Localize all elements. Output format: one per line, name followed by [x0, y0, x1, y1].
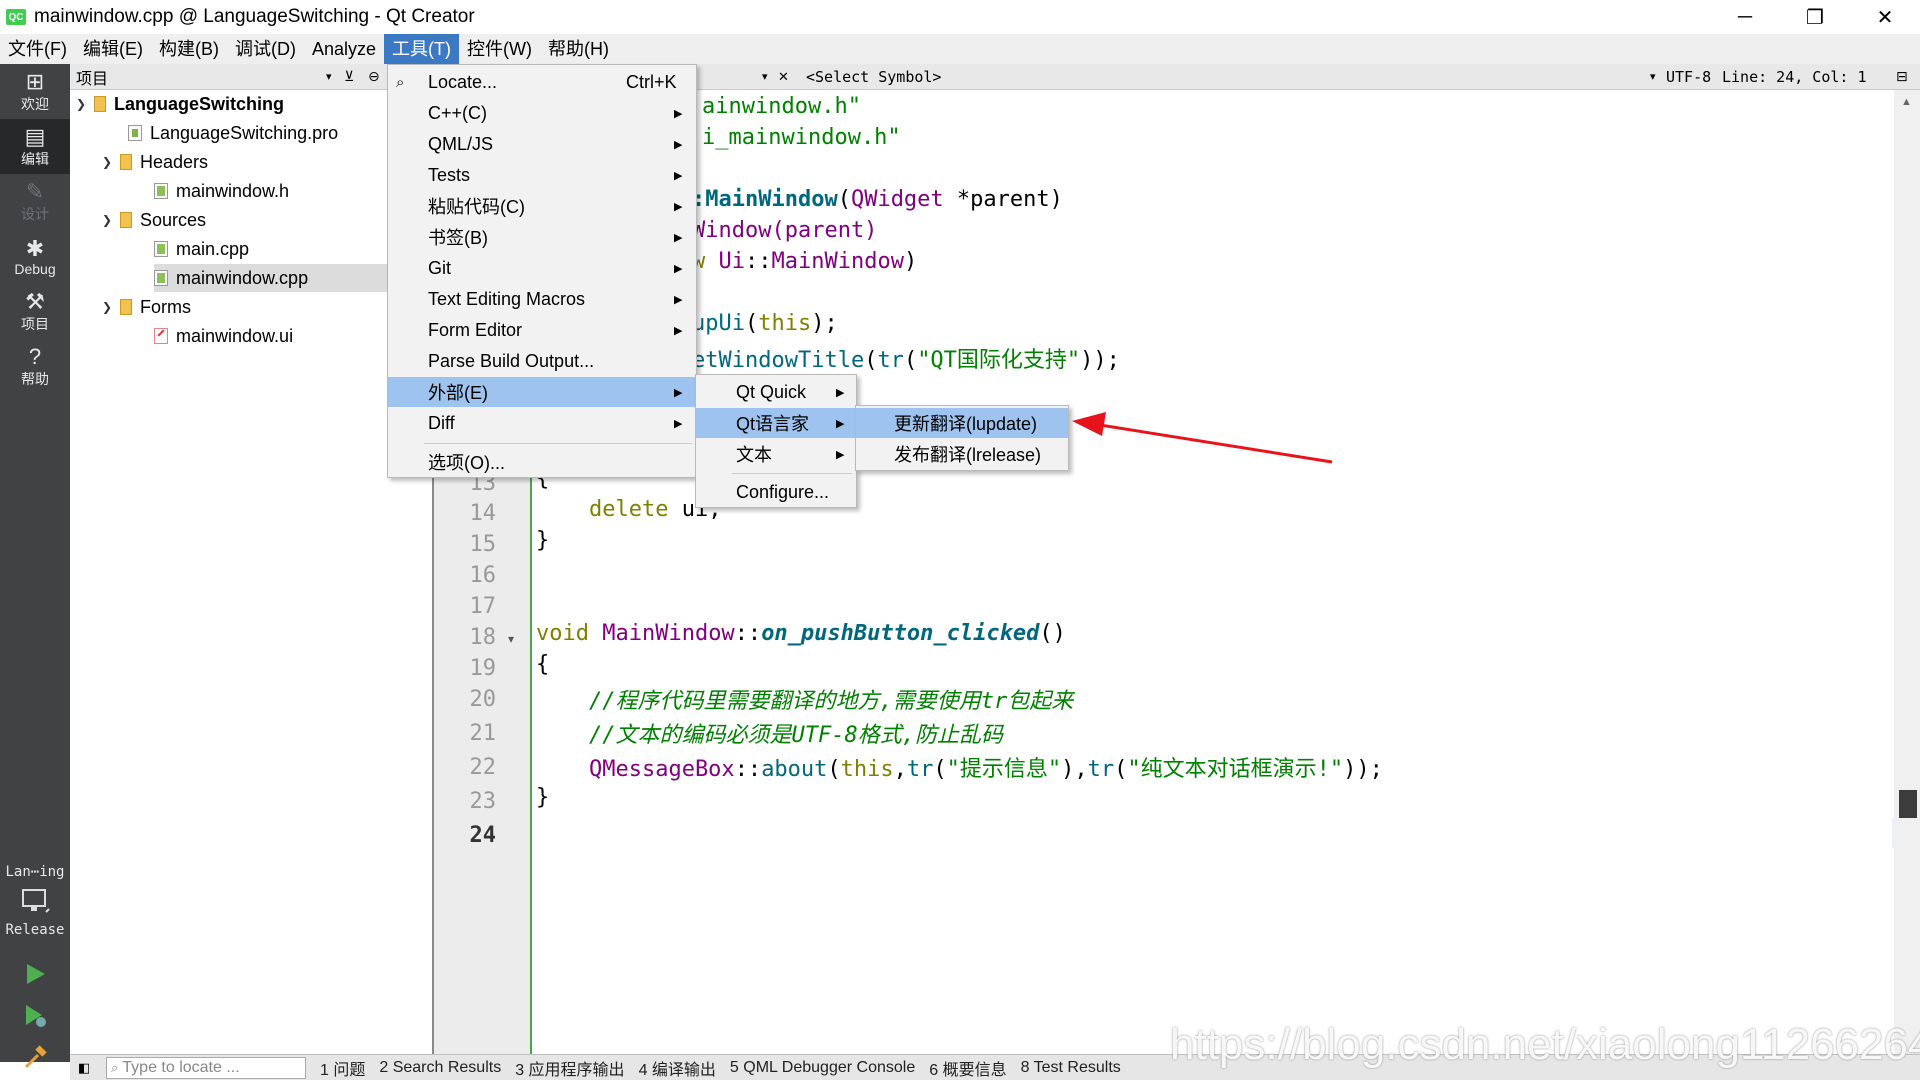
- locator-input[interactable]: ⌕ Type to locate ...: [106, 1056, 306, 1079]
- output-tab-search[interactable]: 2 Search Results: [379, 1059, 501, 1077]
- watermark: https://blog.csdn.net/xiaolong1126626497: [1170, 1020, 1920, 1069]
- output-tab-issues[interactable]: 1 问题: [320, 1056, 365, 1080]
- output-tab-qml-console[interactable]: 5 QML Debugger Console: [730, 1059, 915, 1077]
- output-tab-app-output[interactable]: 3 应用程序输出: [515, 1056, 624, 1080]
- output-tab-general[interactable]: 6 概要信息: [929, 1056, 1006, 1080]
- output-tab-compile[interactable]: 4 编译输出: [639, 1056, 716, 1080]
- toggle-sidebar-icon[interactable]: ◧: [78, 1060, 90, 1076]
- search-icon: ⌕: [111, 1059, 119, 1075]
- annotation-arrow: [1072, 412, 1333, 464]
- locator-placeholder: Type to locate ...: [122, 1058, 240, 1076]
- output-tab-tests[interactable]: 8 Test Results: [1021, 1059, 1121, 1077]
